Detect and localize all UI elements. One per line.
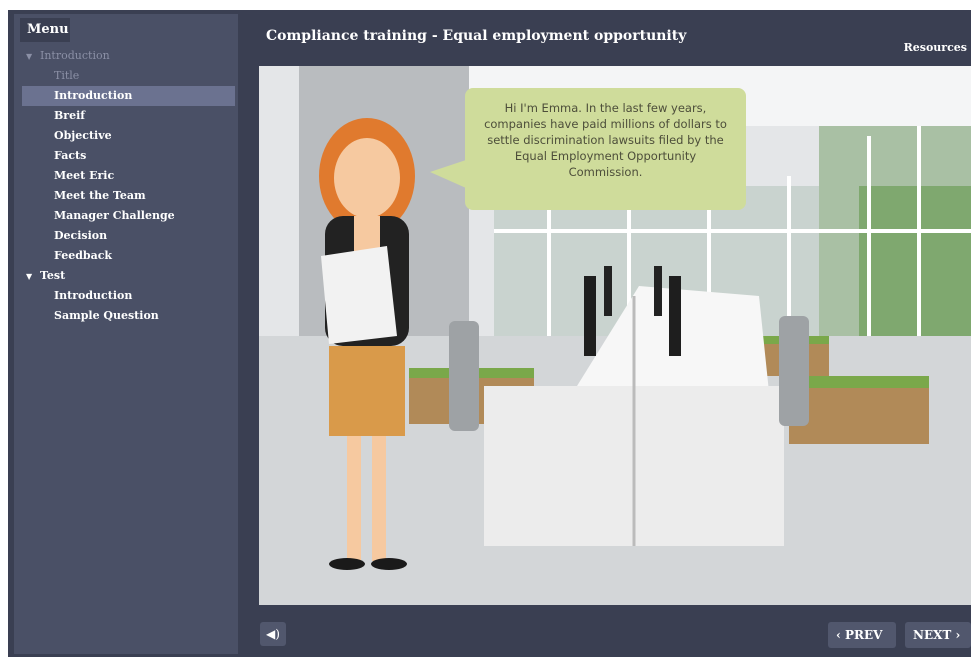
sidebar-item-breif[interactable]: Breif xyxy=(22,106,235,126)
sidebar-item-test[interactable]: ▼ Test xyxy=(22,266,235,286)
sidebar-item-label: Introduction xyxy=(40,49,110,62)
speaker-icon: ◀) xyxy=(266,627,280,641)
sidebar-item-label: Meet the Team xyxy=(54,189,146,202)
sidebar-item-introduction[interactable]: Introduction xyxy=(22,86,235,106)
sidebar-item-objective[interactable]: Objective xyxy=(22,126,235,146)
sidebar-item-label: Feedback xyxy=(54,249,113,262)
sidebar-item-meet-eric[interactable]: Meet Eric xyxy=(22,166,235,186)
sidebar-item-label: Title xyxy=(54,69,80,82)
prev-button[interactable]: ‹ PREV xyxy=(828,622,896,648)
audio-button[interactable]: ◀) xyxy=(260,622,286,646)
sidebar-item-label: Sample Question xyxy=(54,309,159,322)
sidebar-item-label: Introduction xyxy=(54,89,133,102)
sidebar-item-label: Objective xyxy=(54,129,112,142)
sidebar-item-facts[interactable]: Facts xyxy=(22,146,235,166)
sidebar-item-meet-the-team[interactable]: Meet the Team xyxy=(22,186,235,206)
sidebar-item-feedback[interactable]: Feedback xyxy=(22,246,235,266)
sidebar-item-label: Introduction xyxy=(54,289,133,302)
course-title: Compliance training - Equal employment o… xyxy=(266,28,687,44)
menu-tab[interactable]: Menu xyxy=(20,18,70,42)
sidebar-item-label: Decision xyxy=(54,229,108,242)
sidebar-item-introduction[interactable]: ▼ Introduction xyxy=(22,46,235,66)
sidebar-item-decision[interactable]: Decision xyxy=(22,226,235,246)
speech-bubble-tail xyxy=(430,160,466,188)
sidebar-item-label: Breif xyxy=(54,109,86,122)
sidebar-item-label: Test xyxy=(40,269,66,282)
caret-down-icon[interactable]: ▼ xyxy=(26,266,36,286)
sidebar-item-sample-question[interactable]: Sample Question xyxy=(22,306,235,326)
speech-bubble: Hi I'm Emma. In the last few years, comp… xyxy=(465,88,746,210)
menu-list: ▼ Introduction Title Introduction Breif Objec… xyxy=(22,46,235,326)
caret-down-icon[interactable]: ▼ xyxy=(26,47,36,67)
sidebar-item-label: Meet Eric xyxy=(54,169,115,182)
resources-link[interactable]: Resources xyxy=(904,41,967,54)
sidebar-item-title[interactable]: Title xyxy=(22,66,235,86)
next-button[interactable]: NEXT › xyxy=(905,622,971,648)
sidebar-item-manager-challenge[interactable]: Manager Challenge xyxy=(22,206,235,226)
sidebar-item-label: Facts xyxy=(54,149,87,162)
sidebar-item-label: Manager Challenge xyxy=(54,209,175,222)
sidebar-item-introduction[interactable]: Introduction xyxy=(22,286,235,306)
